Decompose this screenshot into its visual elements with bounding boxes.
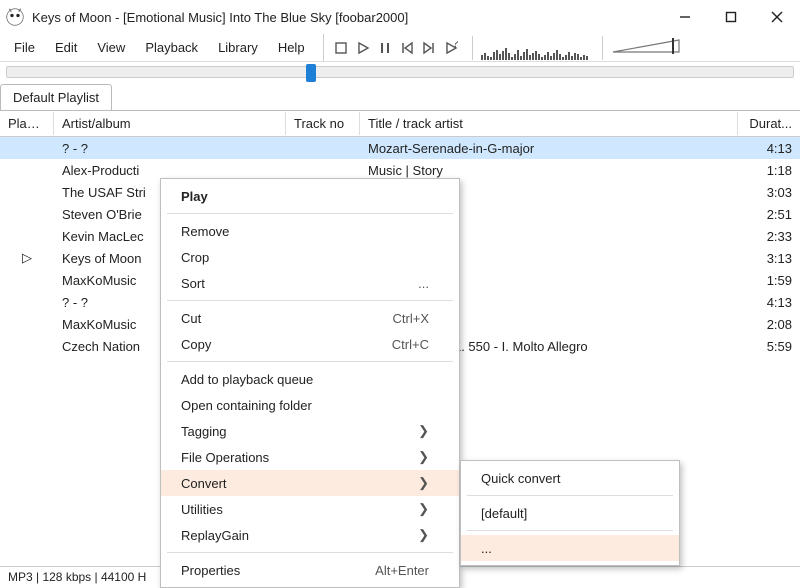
playing-indicator: [0, 212, 54, 216]
playing-indicator: [0, 146, 54, 150]
ctx-properties[interactable]: PropertiesAlt+Enter: [161, 557, 459, 583]
chevron-right-icon: ❯: [418, 423, 429, 439]
menu-edit[interactable]: Edit: [45, 36, 87, 59]
ctx-utilities[interactable]: Utilities❯: [161, 496, 459, 522]
title-bar: Keys of Moon - [Emotional Music] Into Th…: [0, 0, 800, 34]
chevron-right-icon: ❯: [418, 475, 429, 491]
cell-trackno: [286, 168, 360, 172]
ctx-quick-convert[interactable]: Quick convert: [461, 465, 679, 491]
ctx-copy[interactable]: CopyCtrl+C: [161, 331, 459, 357]
cell-duration: 2:08: [738, 315, 800, 334]
ctx-crop[interactable]: Crop: [161, 244, 459, 270]
cell-duration: 1:59: [738, 271, 800, 290]
col-trackno[interactable]: Track no: [286, 112, 360, 135]
playlist-tabs: Default Playlist: [0, 84, 800, 111]
window-title: Keys of Moon - [Emotional Music] Into Th…: [32, 10, 662, 25]
cell-title: Mozart-Serenade-in-G-major: [360, 139, 738, 158]
col-duration[interactable]: Durat...: [738, 112, 800, 135]
ctx-sort: Sort...: [161, 270, 459, 296]
menu-library[interactable]: Library: [208, 36, 268, 59]
previous-button[interactable]: [396, 37, 418, 59]
seek-bar[interactable]: [0, 62, 800, 84]
ctx-convert-default[interactable]: [default]: [461, 500, 679, 526]
menu-help[interactable]: Help: [268, 36, 315, 59]
cell-duration: 4:13: [738, 139, 800, 158]
minimize-button[interactable]: [662, 2, 708, 32]
cell-duration: 3:03: [738, 183, 800, 202]
ctx-convert[interactable]: Convert❯: [161, 470, 459, 496]
table-row[interactable]: ? - ? Mozart-Serenade-in-G-major4:13: [0, 137, 800, 159]
stop-button[interactable]: [330, 37, 352, 59]
col-playing[interactable]: Playi...: [0, 112, 54, 135]
playing-indicator: [0, 300, 54, 304]
cell-artist: Alex-Producti: [54, 161, 286, 180]
cell-duration: 5:59: [738, 337, 800, 356]
chevron-right-icon: ❯: [418, 501, 429, 517]
playing-indicator: [0, 278, 54, 282]
tab-default-playlist[interactable]: Default Playlist: [0, 84, 112, 110]
playing-indicator: [0, 168, 54, 172]
ctx-add-queue[interactable]: Add to playback queue: [161, 366, 459, 392]
cell-title: Music | Story: [360, 161, 738, 180]
menu-file[interactable]: File: [4, 36, 45, 59]
separator: [167, 361, 453, 362]
random-button[interactable]: ?: [440, 37, 462, 59]
convert-submenu: Quick convert [default] ...: [460, 460, 680, 566]
ctx-cut[interactable]: CutCtrl+X: [161, 305, 459, 331]
svg-text:?: ?: [452, 41, 458, 50]
cell-trackno: [286, 146, 360, 150]
ctx-remove[interactable]: Remove: [161, 218, 459, 244]
chevron-right-icon: ❯: [418, 527, 429, 543]
separator: [167, 552, 453, 553]
cell-artist: ? - ?: [54, 139, 286, 158]
cell-duration: 4:13: [738, 293, 800, 312]
cell-duration: 1:18: [738, 161, 800, 180]
playing-indicator: [0, 190, 54, 194]
cell-duration: 2:51: [738, 205, 800, 224]
app-icon: [6, 8, 24, 26]
play-button[interactable]: [352, 37, 374, 59]
context-menu: Play Remove Crop Sort... CutCtrl+X CopyC…: [160, 178, 460, 588]
ctx-tagging[interactable]: Tagging❯: [161, 418, 459, 444]
col-artist[interactable]: Artist/album: [54, 112, 286, 135]
cell-duration: 3:13: [738, 249, 800, 268]
chevron-right-icon: ❯: [418, 449, 429, 465]
maximize-button[interactable]: [708, 2, 754, 32]
playing-indicator: [0, 234, 54, 238]
close-button[interactable]: [754, 2, 800, 32]
volume-slider[interactable]: [602, 36, 682, 60]
playing-indicator: [0, 344, 54, 348]
ctx-replaygain[interactable]: ReplayGain❯: [161, 522, 459, 548]
ctx-convert-more[interactable]: ...: [461, 535, 679, 561]
toolbar: ?: [323, 34, 462, 61]
cell-duration: 2:33: [738, 227, 800, 246]
spectrum-visualizer[interactable]: [472, 36, 592, 60]
separator: [167, 213, 453, 214]
ctx-open-folder[interactable]: Open containing folder: [161, 392, 459, 418]
menu-view[interactable]: View: [87, 36, 135, 59]
ctx-play[interactable]: Play: [161, 183, 459, 209]
column-headers: Playi... Artist/album Track no Title / t…: [0, 111, 800, 137]
separator: [467, 495, 673, 496]
col-title[interactable]: Title / track artist: [360, 112, 738, 135]
ctx-file-operations[interactable]: File Operations❯: [161, 444, 459, 470]
next-button[interactable]: [418, 37, 440, 59]
playing-indicator: [0, 322, 54, 326]
menu-bar: File Edit View Playback Library Help ?: [0, 34, 800, 62]
separator: [167, 300, 453, 301]
seek-thumb[interactable]: [306, 64, 316, 82]
pause-button[interactable]: [374, 37, 396, 59]
menu-playback[interactable]: Playback: [135, 36, 208, 59]
playing-indicator: ▷: [0, 248, 54, 268]
separator: [467, 530, 673, 531]
